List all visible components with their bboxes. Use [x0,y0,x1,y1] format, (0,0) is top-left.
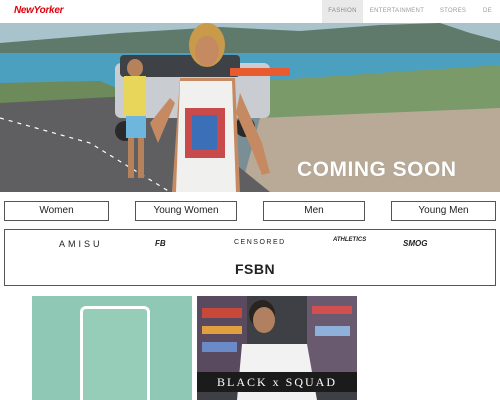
new-yorker-logo[interactable]: NewYorker [14,5,63,16]
category-women-button[interactable]: Women [4,201,109,221]
hero-slider[interactable]: COMING SOON [0,23,500,192]
main-nav: FASHION ENTERTAINMENT STORES DE [322,0,500,23]
brand-fb-logo[interactable]: FB [155,239,166,248]
category-bar: Women Young Women Men Young Men [0,201,500,221]
language-selector[interactable]: DE [475,0,500,23]
promo-tile-black-squad[interactable]: BLACK x SQUAD [197,296,357,400]
hero-title: COMING SOON [297,158,457,181]
phone-illustration [80,306,150,400]
brand-strip: AMISU FB CENSORED ATHLETICS SMOG FSBN [4,229,496,286]
brand-amisu-logo[interactable]: AMISU [59,239,103,249]
category-young-women-button[interactable]: Young Women [135,201,237,221]
brand-smog-logo[interactable]: SMOG [403,239,427,248]
black-squad-title: BLACK x SQUAD [216,375,337,389]
nav-fashion[interactable]: FASHION [322,0,363,23]
category-young-men-button[interactable]: Young Men [391,201,496,221]
nav-stores[interactable]: STORES [431,0,475,23]
top-bar: NewYorker FASHION ENTERTAINMENT STORES D… [0,0,500,23]
brand-censored-logo[interactable]: CENSORED [234,239,286,246]
promo-tile-app[interactable] [32,296,192,400]
brand-athletics-logo[interactable]: ATHLETICS [333,237,366,243]
brand-fsbn-logo[interactable]: FSBN [235,261,275,277]
black-squad-banner: BLACK x SQUAD [197,372,357,392]
nav-entertainment[interactable]: ENTERTAINMENT [363,0,431,23]
category-men-button[interactable]: Men [263,201,365,221]
